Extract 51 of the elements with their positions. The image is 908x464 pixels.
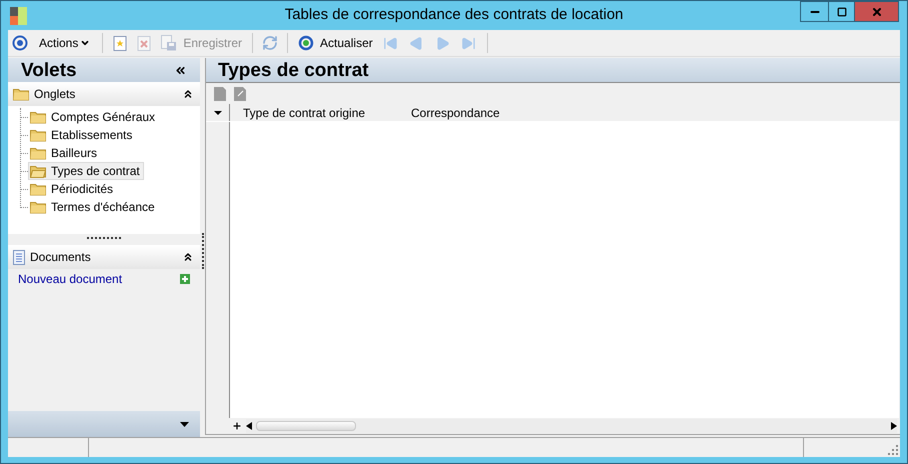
folder-icon [13, 88, 29, 100]
window-title: Tables de correspondance des contrats de location [284, 5, 624, 26]
group-header[interactable]: Onglets [8, 82, 200, 106]
actions-menu[interactable]: Actions [33, 32, 96, 54]
close-button[interactable] [854, 1, 899, 22]
group-title: Onglets [34, 86, 76, 103]
skip-back-icon [383, 36, 398, 50]
folder-icon [30, 110, 46, 124]
panel-title: Volets [21, 60, 77, 80]
document-icon [214, 86, 226, 100]
tree-item[interactable]: Termes d'échéance [28, 198, 159, 216]
scrollbar-thumb[interactable] [256, 421, 356, 431]
maximize-icon [836, 6, 846, 16]
add-icon [180, 274, 190, 284]
save-icon [161, 35, 178, 51]
plus-icon [232, 421, 242, 431]
scroll-right-icon[interactable] [891, 422, 897, 430]
document-icon [234, 86, 246, 100]
dropdown-arrow-icon [214, 110, 222, 114]
resize-grip-icon[interactable] [888, 445, 898, 455]
double-chevron-up-icon [182, 251, 194, 263]
refresh-icon [298, 35, 314, 51]
left-triangle-icon [409, 36, 424, 50]
group-header[interactable]: Documents [8, 245, 200, 269]
minimize-button[interactable] [800, 1, 828, 22]
tree-item[interactable]: Etablissements [28, 126, 136, 144]
folder-icon [30, 146, 46, 160]
tree-item[interactable]: Bailleurs [28, 144, 102, 162]
skip-forward-icon [461, 36, 476, 50]
tree-item[interactable]: Périodicités [28, 180, 118, 198]
open-folder-icon [30, 164, 46, 178]
app-icon [10, 6, 28, 24]
document-icon [13, 250, 25, 264]
tree-item[interactable]: Types de contrat [28, 162, 144, 180]
scroll-left-icon[interactable] [246, 422, 252, 430]
close-icon [870, 6, 882, 18]
horizontal-scrollbar[interactable] [246, 419, 897, 433]
caret-icon [80, 38, 90, 48]
right-triangle-icon [435, 36, 450, 50]
column-header[interactable]: Type de contrat origine [230, 104, 398, 121]
dropdown-arrow-icon [180, 422, 189, 426]
double-chevron-up-icon [182, 88, 194, 100]
refresh-button[interactable]: Actualiser [294, 32, 377, 54]
folder-icon [30, 128, 46, 142]
column-header[interactable]: Correspondance [398, 104, 548, 121]
folder-icon [30, 200, 46, 214]
group-title: Documents [30, 249, 92, 266]
content-title: Types de contrat [218, 60, 369, 80]
new-document-link[interactable]: Nouveau document [18, 270, 122, 288]
folder-icon [30, 182, 46, 196]
tree-item[interactable]: Comptes Généraux [28, 108, 160, 126]
